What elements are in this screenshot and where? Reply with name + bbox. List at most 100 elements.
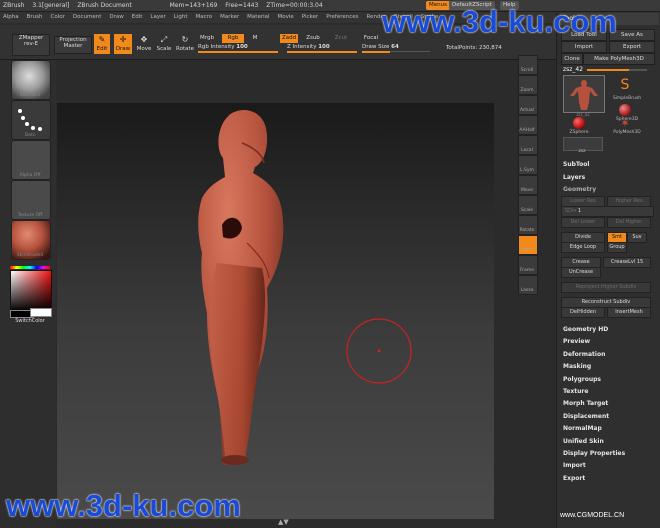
- texture-menu[interactable]: Texture: [563, 388, 588, 395]
- deformation-menu[interactable]: Deformation: [563, 351, 605, 358]
- del-higher-button[interactable]: Del Higher: [607, 217, 651, 228]
- export-menu[interactable]: Export: [563, 475, 585, 482]
- geometry-menu[interactable]: Geometry: [563, 186, 596, 193]
- mrgb-button[interactable]: Mrgb: [198, 34, 216, 43]
- document-canvas[interactable]: [57, 103, 494, 519]
- display-properties-menu[interactable]: Display Properties: [563, 450, 625, 457]
- secondary-color-swatch[interactable]: [30, 308, 52, 317]
- draw-button[interactable]: ✛ Draw: [114, 34, 132, 54]
- z-intensity-label: Z Intensity: [287, 44, 317, 50]
- z-intensity-slider[interactable]: Z Intensity 100: [287, 44, 357, 53]
- sdiv-label: SDiv: [565, 208, 577, 214]
- lsym-label: L.Sym: [520, 168, 534, 173]
- menu-item-brush[interactable]: Brush: [27, 14, 43, 20]
- tool-thumb-zsphere[interactable]: [573, 117, 585, 129]
- zsub-button[interactable]: Zsub: [304, 34, 322, 43]
- normalmap-menu[interactable]: NormalMap: [563, 425, 602, 432]
- document-name: ZBrush Document: [77, 2, 132, 9]
- tool-thumb-simplebrush[interactable]: S: [615, 75, 635, 95]
- draw-size-slider[interactable]: Draw Size 64: [362, 44, 430, 53]
- zadd-button[interactable]: Zadd: [280, 34, 298, 43]
- menu-item-alpha[interactable]: Alpha: [3, 14, 19, 20]
- rotate-label: Rotate: [519, 228, 535, 233]
- insertmesh-button[interactable]: InsertMesh: [607, 307, 651, 318]
- rgb-button[interactable]: Rgb: [222, 34, 244, 43]
- actual-label: Actual: [519, 108, 535, 113]
- scale-button[interactable]: ⤢ Scale: [156, 34, 172, 54]
- brush-thumb-label: Standard: [19, 93, 41, 98]
- rgb-intensity-label: Rgb Intensity: [198, 44, 235, 50]
- move-button[interactable]: ✥ Move: [136, 34, 152, 54]
- layers-menu[interactable]: Layers: [563, 174, 585, 181]
- total-points-readout: TotalPoints: 230,874: [446, 45, 502, 51]
- menu-item-preferences[interactable]: Preferences: [326, 14, 358, 20]
- menu-item-edit[interactable]: Edit: [132, 14, 143, 20]
- export-button[interactable]: Export: [609, 41, 655, 53]
- draw-size-label: Draw Size: [362, 44, 390, 50]
- morph-target-menu[interactable]: Morph Target: [563, 400, 608, 407]
- import-menu[interactable]: Import: [563, 462, 586, 469]
- subtool-menu[interactable]: SubTool: [563, 161, 589, 168]
- current-tool-name: zsz_42: [563, 66, 584, 73]
- geometry-hd-menu[interactable]: Geometry HD: [563, 326, 608, 333]
- polygroups-menu[interactable]: Polygroups: [563, 376, 601, 383]
- color-picker[interactable]: [10, 270, 52, 312]
- menu-item-draw[interactable]: Draw: [109, 14, 123, 20]
- menu-item-color[interactable]: Color: [51, 14, 65, 20]
- import-button[interactable]: Import: [561, 41, 607, 53]
- menu-item-document[interactable]: Document: [73, 14, 102, 20]
- edge-loop-button[interactable]: Edge Loop: [561, 242, 605, 253]
- projection-master-button[interactable]: Projection Master: [54, 36, 92, 54]
- suv-toggle[interactable]: Suv: [627, 232, 647, 243]
- displacement-menu[interactable]: Displacement: [563, 413, 609, 420]
- zmapper-button[interactable]: ZMapper rev-E: [12, 34, 50, 56]
- crease-lvl-slider[interactable]: CreaseLvl 15: [603, 257, 651, 268]
- rgb-intensity-value: 100: [236, 44, 248, 50]
- m-button[interactable]: M: [250, 34, 260, 43]
- delhidden-button[interactable]: DelHidden: [561, 307, 605, 318]
- draw-label: Draw: [115, 46, 131, 52]
- move-icon: ✥: [140, 35, 148, 44]
- figure-body: [198, 109, 284, 465]
- edit-label: Edit: [96, 46, 108, 52]
- uncrease-button[interactable]: UnCrease: [561, 267, 601, 278]
- collapse-arrow-icon[interactable]: ▲▼: [278, 518, 289, 526]
- zmapper-sub: rev-E: [23, 41, 39, 47]
- ztime-readout: ZTime=00:00:3.04: [266, 2, 323, 9]
- del-lower-button[interactable]: Del Lower: [561, 217, 605, 228]
- menu-item-picker[interactable]: Picker: [302, 14, 318, 20]
- current-tool-slider[interactable]: [587, 69, 647, 71]
- sdiv-slider[interactable]: SDiv 1: [561, 206, 654, 217]
- edit-button[interactable]: ✎ Edit: [94, 34, 110, 54]
- menu-item-marker[interactable]: Marker: [220, 14, 239, 20]
- clone-button[interactable]: Clone: [561, 53, 583, 65]
- menu-item-light[interactable]: Light: [174, 14, 188, 20]
- focal-label[interactable]: Focal: [362, 34, 380, 43]
- menu-item-layer[interactable]: Layer: [150, 14, 165, 20]
- z-intensity-fill: [287, 51, 357, 53]
- rgb-intensity-slider[interactable]: Rgb Intensity 100: [198, 44, 278, 53]
- tool-thumb-figure[interactable]: [563, 75, 605, 113]
- tool-thumb-polymesh3d[interactable]: ✶: [619, 117, 631, 129]
- tool-thumb-zsphere-label: ZSphere: [569, 130, 589, 135]
- switch-color-button[interactable]: SwitchColor: [10, 318, 50, 324]
- make-polymesh-button[interactable]: Make PolyMesh3D: [583, 53, 655, 65]
- unified-skin-menu[interactable]: Unified Skin: [563, 438, 604, 445]
- zcut-button[interactable]: Zcut: [333, 34, 349, 43]
- draw-size-value: 64: [391, 44, 399, 50]
- menu-item-material[interactable]: Material: [247, 14, 269, 20]
- scale-icon: ⤢: [160, 35, 168, 44]
- tool-thumb-sphere3d[interactable]: [619, 104, 631, 116]
- scroll-label: Scroll: [520, 68, 534, 73]
- left-shelf: Standard Dots Alpha Off Texture Off Skin…: [0, 60, 56, 528]
- reproject-button[interactable]: Reproject Higher Subdiv: [561, 282, 651, 293]
- rotate-button[interactable]: ↻ Rotate: [176, 34, 194, 54]
- menu-item-movie[interactable]: Movie: [278, 14, 294, 20]
- right-shelf: Scroll Zoom Actual AAHalf Local L.Sym Move Scal…: [514, 55, 540, 355]
- hue-strip[interactable]: [10, 266, 50, 269]
- aahalf-label: AAHalf: [519, 128, 535, 133]
- masking-menu[interactable]: Masking: [563, 363, 591, 370]
- menu-item-macro[interactable]: Macro: [196, 14, 213, 20]
- preview-menu[interactable]: Preview: [563, 338, 590, 345]
- group-toggle[interactable]: Group: [607, 242, 627, 253]
